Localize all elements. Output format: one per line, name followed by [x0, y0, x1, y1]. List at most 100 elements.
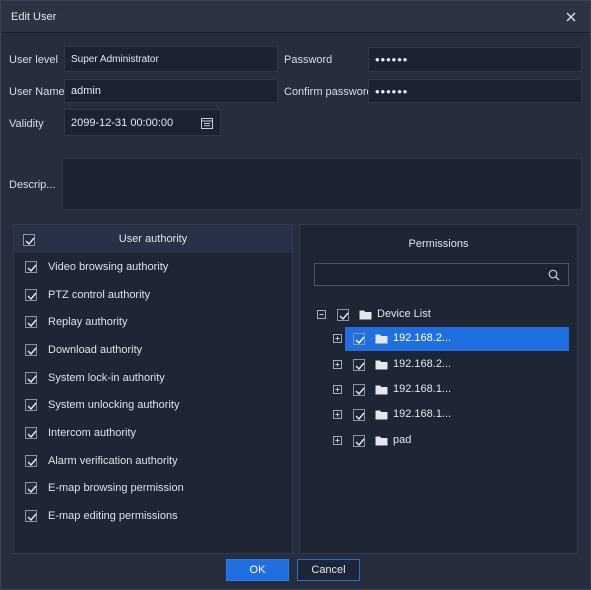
edit-user-dialog: Edit User User level Super Administrator… — [0, 0, 591, 590]
search-icon[interactable] — [548, 269, 560, 284]
authority-item[interactable]: Video browsing authority — [14, 253, 292, 281]
authority-label: Replay authority — [48, 316, 128, 328]
authority-checkbox[interactable] — [25, 289, 37, 301]
user-level-value: Super Administrator — [71, 53, 159, 65]
checkmark-icon — [355, 387, 365, 396]
tree-node-row[interactable]: pad — [300, 429, 577, 453]
authority-item[interactable]: PTZ control authority — [14, 281, 292, 309]
ok-button[interactable]: OK — [226, 559, 289, 581]
user-level-label: User level — [9, 54, 58, 66]
cancel-button[interactable]: Cancel — [297, 559, 360, 581]
authority-checkbox[interactable] — [25, 510, 37, 522]
authority-checkbox[interactable] — [25, 482, 37, 494]
password-label: Password — [284, 54, 333, 66]
tree-node-label: pad — [393, 434, 412, 446]
permissions-search-input[interactable] — [314, 263, 569, 286]
tree-root-device-list[interactable]: Device List — [300, 303, 577, 327]
tree-node-row[interactable]: 192.168.1... — [300, 378, 577, 402]
authority-item[interactable]: E-map editing permissions — [14, 502, 292, 530]
expand-icon[interactable] — [333, 385, 342, 394]
checkmark-icon — [27, 375, 37, 384]
tree-checkbox[interactable] — [337, 309, 349, 321]
authority-checkbox[interactable] — [25, 399, 37, 411]
authority-label: Download authority — [48, 344, 143, 356]
checkmark-icon — [27, 513, 37, 522]
dialog-title: Edit User — [11, 11, 57, 23]
tree-checkbox[interactable] — [353, 384, 365, 396]
checkmark-icon — [355, 336, 365, 345]
expand-icon[interactable] — [333, 410, 342, 419]
calendar-icon[interactable] — [201, 117, 213, 132]
permissions-title: Permissions — [408, 238, 469, 250]
collapse-icon[interactable] — [317, 310, 326, 319]
authority-label: PTZ control authority — [48, 289, 151, 301]
tree-checkbox[interactable] — [353, 359, 365, 371]
checkmark-icon — [27, 264, 37, 273]
authority-checkbox[interactable] — [25, 316, 37, 328]
authority-item[interactable]: Download authority — [14, 336, 292, 364]
expand-icon[interactable] — [333, 334, 342, 343]
checkmark-icon — [355, 438, 365, 447]
validity-label: Validity — [9, 118, 44, 130]
tree-checkbox[interactable] — [353, 333, 365, 345]
authority-checkbox[interactable] — [25, 427, 37, 439]
authority-item[interactable]: E-map browsing permission — [14, 474, 292, 502]
authority-label: System unlocking authority — [48, 399, 180, 411]
user-name-label: User Name — [9, 86, 65, 98]
checkmark-icon — [355, 362, 365, 371]
password-field[interactable]: •••••• — [368, 47, 582, 72]
tree-node-label: 192.168.2... — [393, 332, 452, 344]
tree-root-label: Device List — [377, 308, 431, 320]
user-level-field[interactable]: Super Administrator — [64, 46, 278, 72]
authority-label: Intercom authority — [48, 427, 137, 439]
expand-icon[interactable] — [333, 436, 342, 445]
user-authority-title: User authority — [118, 233, 188, 245]
authority-checkbox[interactable] — [25, 455, 37, 467]
tree-node-row[interactable]: 192.168.2... — [300, 327, 577, 351]
description-field[interactable] — [62, 158, 582, 210]
authority-item[interactable]: Alarm verification authority — [14, 447, 292, 475]
checkmark-icon — [27, 485, 37, 494]
validity-field[interactable]: 2099-12-31 00:00:00 — [64, 109, 221, 136]
password-value: •••••• — [375, 52, 409, 67]
checkmark-icon — [355, 412, 365, 421]
authority-checkbox[interactable] — [25, 261, 37, 273]
folder-icon — [375, 359, 388, 373]
authority-label: Video browsing authority — [48, 261, 169, 273]
confirm-password-value: •••••• — [375, 83, 409, 99]
authority-label: E-map editing permissions — [48, 510, 178, 522]
folder-icon — [375, 435, 388, 449]
confirm-password-field[interactable]: •••••• — [368, 79, 582, 103]
description-label: Descrip... — [9, 179, 56, 191]
expand-icon[interactable] — [333, 360, 342, 369]
tree-node-row[interactable]: 192.168.2... — [300, 353, 577, 377]
tree-node-row[interactable]: 192.168.1... — [300, 403, 577, 427]
authority-label: Alarm verification authority — [48, 455, 178, 467]
close-icon — [566, 12, 576, 22]
user-authority-header: User authority — [14, 225, 292, 253]
authority-item[interactable]: System lock-in authority — [14, 364, 292, 392]
checkmark-icon — [27, 430, 37, 439]
confirm-password-label: Confirm password — [284, 86, 373, 98]
folder-icon — [359, 309, 372, 323]
checkmark-icon — [339, 312, 349, 321]
authority-item[interactable]: System unlocking authority — [14, 391, 292, 419]
title-bar: Edit User — [1, 1, 590, 33]
tree-checkbox[interactable] — [353, 409, 365, 421]
permissions-panel: Permissions Device List 192.168.2... 192… — [299, 224, 578, 554]
authority-checkbox[interactable] — [25, 344, 37, 356]
authority-label: E-map browsing permission — [48, 482, 184, 494]
checkmark-icon — [27, 402, 37, 411]
close-button[interactable] — [560, 6, 582, 28]
authority-checkbox[interactable] — [25, 372, 37, 384]
tree-node-label: 192.168.2... — [393, 358, 452, 370]
checkmark-icon — [27, 347, 37, 356]
user-authority-panel: User authority Video browsing authority … — [13, 224, 293, 554]
authority-item[interactable]: Intercom authority — [14, 419, 292, 447]
folder-icon — [375, 333, 388, 347]
authority-item[interactable]: Replay authority — [14, 308, 292, 336]
folder-icon — [375, 409, 388, 423]
user-name-field[interactable]: admin — [64, 79, 278, 103]
tree-checkbox[interactable] — [353, 435, 365, 447]
user-name-value: admin — [71, 85, 101, 97]
